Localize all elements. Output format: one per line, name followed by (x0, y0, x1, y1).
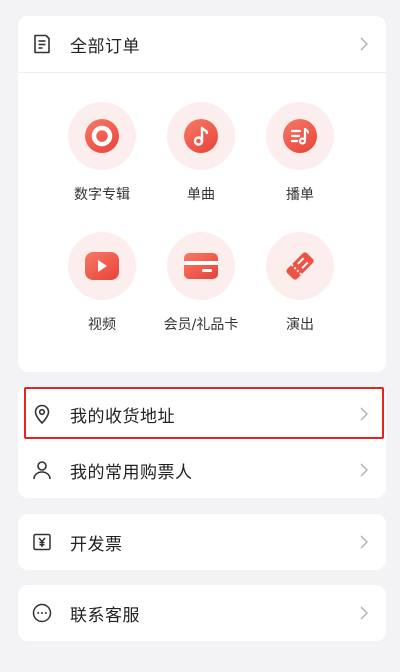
playlist-icon (283, 119, 317, 153)
chat-dots-icon (31, 602, 53, 624)
category-show[interactable]: 演出 (250, 232, 350, 334)
category-playlist[interactable]: 播单 (250, 102, 350, 204)
music-note-icon (184, 119, 218, 153)
order-list-icon (31, 33, 53, 55)
invoice-card: 开发票 (18, 514, 386, 570)
my-buyers-row[interactable]: 我的常用购票人 (18, 442, 386, 498)
all-orders-label: 全部订单 (70, 36, 140, 57)
disc-icon (85, 119, 119, 153)
ticket-icon (283, 249, 317, 283)
location-pin-icon (31, 403, 53, 425)
my-address-label: 我的收货地址 (70, 406, 175, 427)
orders-card: 全部订单 数字专辑 单曲 播单 视频 会员/礼品卡 演出 (18, 16, 386, 372)
chevron-right-icon (360, 606, 369, 620)
category-video[interactable]: 视频 (52, 232, 152, 334)
contact-service-row[interactable]: 联系客服 (18, 585, 386, 641)
category-single[interactable]: 单曲 (151, 102, 251, 204)
account-card: 我的收货地址 我的常用购票人 (18, 386, 386, 498)
yen-receipt-icon (31, 531, 53, 553)
person-icon (31, 459, 53, 481)
chevron-right-icon (360, 407, 369, 421)
video-play-icon (85, 252, 119, 280)
card-icon (184, 253, 218, 279)
category-label: 播单 (286, 187, 314, 203)
category-label: 数字专辑 (74, 187, 130, 203)
invoice-row[interactable]: 开发票 (18, 514, 386, 570)
all-orders-row[interactable]: 全部订单 (18, 16, 386, 72)
category-membership-giftcard[interactable]: 会员/礼品卡 (151, 232, 251, 334)
category-label: 演出 (286, 317, 314, 333)
my-buyers-label: 我的常用购票人 (70, 462, 193, 483)
service-card: 联系客服 (18, 585, 386, 641)
category-label: 视频 (88, 317, 116, 333)
contact-service-label: 联系客服 (70, 605, 140, 626)
chevron-right-icon (360, 463, 369, 477)
category-digital-album[interactable]: 数字专辑 (52, 102, 152, 204)
chevron-right-icon (360, 535, 369, 549)
my-address-row[interactable]: 我的收货地址 (18, 386, 386, 442)
invoice-label: 开发票 (70, 534, 123, 555)
category-label: 单曲 (187, 187, 215, 203)
category-label: 会员/礼品卡 (163, 317, 239, 333)
chevron-right-icon (360, 37, 369, 51)
divider (18, 72, 386, 73)
